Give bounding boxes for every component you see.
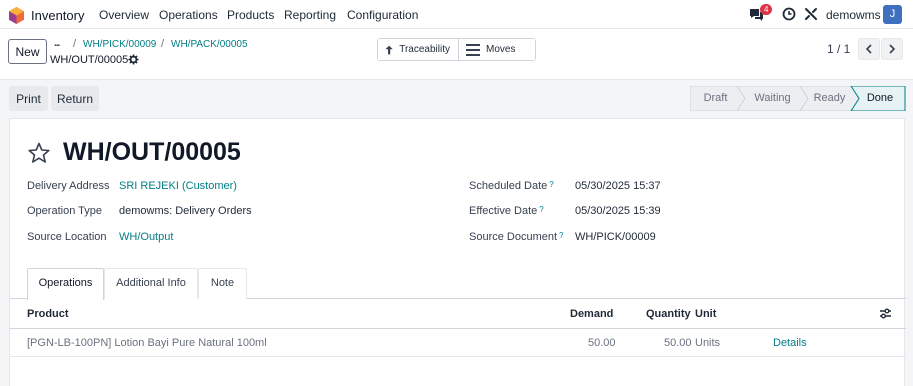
- print-button[interactable]: Print: [9, 86, 48, 111]
- avatar[interactable]: J: [883, 5, 902, 24]
- breadcrumb-separator: /: [73, 38, 77, 50]
- table-empty-row: [10, 357, 906, 386]
- stage-ready[interactable]: Ready: [808, 86, 851, 111]
- moves-label: Moves: [486, 44, 516, 55]
- source-document-field[interactable]: WH/PICK/00009: [575, 231, 656, 243]
- tab-operations[interactable]: Operations: [27, 268, 104, 300]
- messages-badge: 4: [760, 4, 773, 15]
- notebook-tabs: Operations Additional Info Note: [10, 268, 906, 300]
- column-quantity[interactable]: Quantity: [646, 308, 691, 320]
- gear-icon[interactable]: [128, 54, 139, 65]
- arrow-up-icon: [385, 45, 393, 54]
- breadcrumb-pick[interactable]: WH/PICK/00009: [83, 39, 156, 50]
- tab-note[interactable]: Note: [198, 268, 247, 299]
- menu-overview[interactable]: Overview: [99, 8, 149, 22]
- help-tooltip-icon[interactable]: ?: [559, 231, 563, 240]
- chevron-left-icon: [865, 44, 872, 54]
- control-panel: New ... / WH/PICK/00009 / WH/PACK/00005 …: [0, 29, 913, 80]
- optional-columns-icon[interactable]: [879, 307, 892, 320]
- stage-done[interactable]: Done: [859, 86, 901, 111]
- source-document-label: Source Document?: [469, 231, 564, 243]
- tab-additional-info[interactable]: Additional Info: [104, 268, 198, 299]
- traceability-button[interactable]: Traceability: [378, 39, 458, 60]
- breadcrumb-separator: /: [161, 38, 165, 50]
- list-icon: [466, 43, 480, 56]
- column-demand[interactable]: Demand: [570, 308, 613, 320]
- pager-next-button[interactable]: [881, 38, 903, 60]
- delivery-address-label: Delivery Address: [27, 180, 110, 192]
- inventory-app-icon[interactable]: [9, 7, 24, 24]
- user-name[interactable]: demowms: [826, 8, 881, 22]
- help-tooltip-icon[interactable]: ?: [549, 180, 553, 189]
- table-row[interactable]: [PGN-LB-100PN] Lotion Bayi Pure Natural …: [10, 329, 906, 357]
- stage-waiting[interactable]: Waiting: [745, 86, 800, 111]
- effective-date-label-text: Effective Date: [469, 205, 538, 217]
- source-document-label-text: Source Document: [469, 231, 558, 243]
- operation-type-field[interactable]: demowms: Delivery Orders: [119, 205, 252, 217]
- breadcrumb-current: WH/OUT/00005: [50, 54, 129, 66]
- traceability-label: Traceability: [399, 44, 450, 55]
- form-sheet: WH/OUT/00005 Delivery Address SRI REJEKI…: [9, 118, 906, 386]
- delivery-address-field[interactable]: SRI REJEKI (Customer): [119, 180, 237, 192]
- return-button[interactable]: Return: [51, 86, 99, 111]
- details-button[interactable]: Details: [773, 337, 807, 349]
- menu-reporting[interactable]: Reporting: [284, 8, 336, 22]
- pager-value[interactable]: 1 / 1: [827, 42, 850, 56]
- scheduled-date-label-text: Scheduled Date: [469, 180, 548, 192]
- breadcrumb-pack[interactable]: WH/PACK/00005: [171, 39, 248, 50]
- debug-tools-icon[interactable]: [804, 7, 818, 21]
- app-name[interactable]: Inventory: [31, 8, 84, 23]
- help-tooltip-icon[interactable]: ?: [539, 205, 543, 214]
- pager-previous-button[interactable]: [858, 38, 880, 60]
- smart-buttons: Traceability Moves: [377, 38, 536, 61]
- chevron-right-icon: [889, 44, 896, 54]
- operation-type-label: Operation Type: [27, 205, 103, 217]
- row-unit: Units: [695, 337, 721, 349]
- top-navbar: Inventory Overview Operations Products R…: [0, 0, 913, 29]
- status-bar: Draft Waiting Ready Done: [690, 86, 906, 111]
- column-product[interactable]: Product: [27, 308, 69, 320]
- stage-draft[interactable]: Draft: [694, 86, 737, 111]
- effective-date-field: 05/30/2025 15:39: [575, 205, 661, 217]
- table-header: Product Demand Quantity Unit: [10, 299, 906, 329]
- activity-clock-icon[interactable]: [782, 7, 796, 21]
- effective-date-label: Effective Date?: [469, 205, 544, 217]
- row-demand: 50.00: [588, 337, 616, 349]
- menu-configuration[interactable]: Configuration: [347, 8, 418, 22]
- source-location-label: Source Location: [27, 231, 107, 243]
- column-unit[interactable]: Unit: [695, 308, 716, 320]
- row-product: [PGN-LB-100PN] Lotion Bayi Pure Natural …: [27, 337, 267, 349]
- page-title: WH/OUT/00005: [63, 138, 241, 166]
- row-quantity[interactable]: 50.00: [664, 337, 692, 349]
- menu-products[interactable]: Products: [227, 8, 274, 22]
- menu-operations[interactable]: Operations: [159, 8, 218, 22]
- scheduled-date-field[interactable]: 05/30/2025 15:37: [575, 180, 661, 192]
- star-icon[interactable]: [27, 141, 51, 165]
- new-button[interactable]: New: [8, 39, 47, 64]
- source-location-field[interactable]: WH/Output: [119, 231, 173, 243]
- moves-button[interactable]: Moves: [458, 39, 535, 60]
- scheduled-date-label: Scheduled Date?: [469, 180, 554, 192]
- breadcrumb-more[interactable]: ...: [54, 38, 60, 49]
